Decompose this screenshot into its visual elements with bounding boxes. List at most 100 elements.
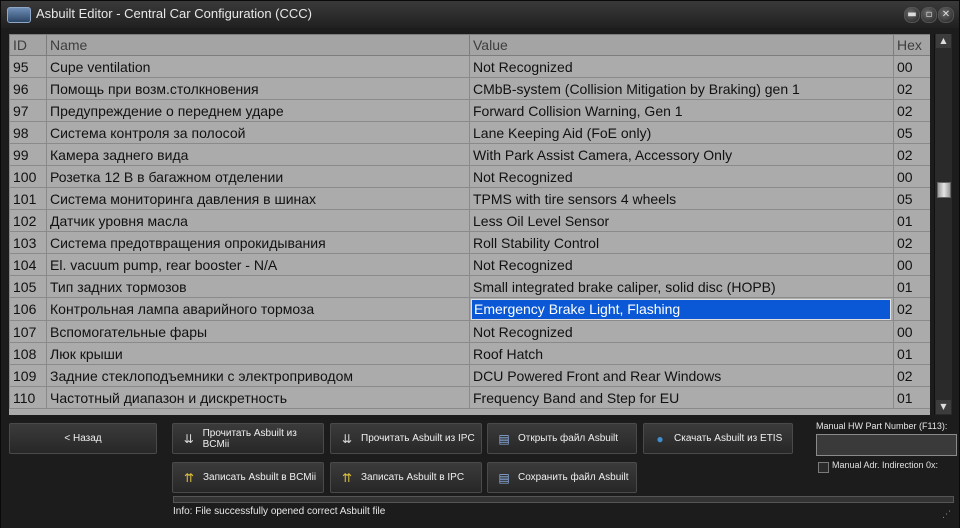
table-row[interactable]: 109 Задние стеклоподъемники с электроприв…	[9, 364, 930, 387]
cell-name: Система мониторинга давления в шинах	[46, 187, 470, 210]
table-row[interactable]: 99 Камера заднего вида With Park Assist Ca…	[9, 143, 930, 166]
download-etis-button[interactable]: ● Скачать Asbuilt из ETIS	[643, 423, 793, 454]
back-button[interactable]: < Назад	[9, 423, 157, 454]
cell-value[interactable]: Not Recognized	[469, 253, 894, 276]
column-header-name[interactable]: Name	[46, 34, 470, 56]
cell-value[interactable]: Small integrated brake caliper, solid di…	[469, 275, 894, 298]
cell-value[interactable]: Emergency Brake Light, Flashing◆	[469, 297, 894, 321]
vertical-scrollbar[interactable]: ▲ ▼	[934, 34, 952, 415]
column-header-id[interactable]: ID	[9, 34, 47, 56]
cell-value[interactable]: TPMS with tire sensors 4 wheels	[469, 187, 894, 210]
save-document-icon: ▤	[498, 470, 510, 485]
cell-hex: 02	[893, 231, 930, 254]
title-bar: Asbuilt Editor - Central Car Configurati…	[1, 1, 959, 28]
write-bcm-button[interactable]: ⇈ Записать Asbuilt в BCMii	[172, 462, 324, 493]
cell-value[interactable]: Lane Keeping Aid (FoE only)	[469, 121, 894, 144]
cell-id: 101	[9, 187, 47, 210]
write-ipc-button[interactable]: ⇈ Записать Asbuilt в IPC	[330, 462, 482, 493]
cell-hex: 02	[893, 297, 930, 321]
table-row[interactable]: 96 Помощь при возм.столкновения CMbB-syste…	[9, 77, 930, 100]
scroll-down-icon[interactable]: ▼	[936, 400, 951, 414]
minimize-icon[interactable]: ▬	[904, 7, 920, 23]
table-row[interactable]: 97 Предупреждение о переднем ударе Forward…	[9, 99, 930, 122]
table-row[interactable]: 98 Система контроля за полосой Lane Keepin…	[9, 121, 930, 144]
cell-id: 102	[9, 209, 47, 232]
table-row[interactable]: 101 Система мониторинга давления в шинах T…	[9, 187, 930, 210]
table-row[interactable]: 104 El. vacuum pump, rear booster - N/A No…	[9, 253, 930, 276]
table-row[interactable]: 105 Тип задних тормозов Small integrated b…	[9, 275, 930, 298]
value-dropdown[interactable]: Emergency Brake Light, Flashing◆	[471, 299, 891, 320]
cell-name: Система контроля за полосой	[46, 121, 470, 144]
cell-name: Тип задних тормозов	[46, 275, 470, 298]
table-row[interactable]: 110 Частотный диапазон и дискретность Freq…	[9, 386, 930, 409]
document-icon: ▤	[498, 431, 510, 446]
cell-value[interactable]: DCU Powered Front and Rear Windows	[469, 364, 894, 387]
asbuilt-grid[interactable]: ID Name Value Hex 95 Cupe ventilation Not …	[9, 34, 930, 415]
cell-id: 99	[9, 143, 47, 166]
open-file-button[interactable]: ▤ Открыть файл Asbuilt	[487, 423, 637, 454]
cell-name: Помощь при возм.столкновения	[46, 77, 470, 100]
cell-id: 104	[9, 253, 47, 276]
cell-name: Система предотвращения опрокидывания	[46, 231, 470, 254]
write-bcm-label: Записать Asbuilt в BCMii	[203, 472, 317, 483]
table-row[interactable]: 108 Люк крыши Roof Hatch 01	[9, 342, 930, 365]
cell-value[interactable]: With Park Assist Camera, Accessory Only	[469, 143, 894, 166]
globe-icon: ●	[656, 431, 664, 446]
column-header-hex[interactable]: Hex	[893, 34, 930, 56]
table-row[interactable]: 106 Контрольная лампа аварийного тормоза E…	[9, 297, 930, 321]
cell-value[interactable]: Forward Collision Warning, Gen 1	[469, 99, 894, 122]
manual-adr-label: Manual Adr. Indirection 0x:	[832, 460, 939, 470]
table-row[interactable]: 103 Система предотвращения опрокидывания R…	[9, 231, 930, 254]
grid-header: ID Name Value Hex	[9, 34, 930, 56]
cell-hex: 02	[893, 143, 930, 166]
column-header-value[interactable]: Value	[469, 34, 894, 56]
cell-hex: 01	[893, 209, 930, 232]
cell-hex: 00	[893, 55, 930, 78]
cell-hex: 00	[893, 320, 930, 343]
download-arrows-icon: ⇊	[183, 431, 194, 446]
cell-value[interactable]: Less Oil Level Sensor	[469, 209, 894, 232]
cell-value[interactable]: Frequency Band and Step for EU	[469, 386, 894, 409]
cell-hex: 05	[893, 187, 930, 210]
read-ipc-button[interactable]: ⇊ Прочитать Asbuilt из IPC	[330, 423, 482, 454]
cell-name: Контрольная лампа аварийного тормоза	[46, 297, 470, 321]
close-icon[interactable]: ✕	[938, 7, 954, 23]
manual-adr-checkbox[interactable]	[818, 462, 829, 473]
scroll-thumb[interactable]	[937, 182, 951, 198]
cell-name: Частотный диапазон и дискретность	[46, 386, 470, 409]
cell-hex: 02	[893, 364, 930, 387]
read-bcm-button[interactable]: ⇊ Прочитать Asbuilt из BCMii	[172, 423, 324, 454]
open-file-label: Открыть файл Asbuilt	[518, 433, 619, 444]
cell-value[interactable]: Not Recognized	[469, 320, 894, 343]
cell-id: 96	[9, 77, 47, 100]
cell-value[interactable]: CMbB-system (Collision Mitigation by Bra…	[469, 77, 894, 100]
cell-name: El. vacuum pump, rear booster - N/A	[46, 253, 470, 276]
save-file-button[interactable]: ▤ Сохранить файл Asbuilt	[487, 462, 637, 493]
cell-name: Вспомогательные фары	[46, 320, 470, 343]
progress-bar	[173, 496, 954, 503]
cell-id: 100	[9, 165, 47, 188]
cell-name: Люк крыши	[46, 342, 470, 365]
cell-hex: 01	[893, 386, 930, 409]
upload-arrows-icon: ⇈	[183, 470, 195, 485]
cell-hex: 05	[893, 121, 930, 144]
table-row[interactable]: 107 Вспомогательные фары Not Recognized 00	[9, 320, 930, 343]
cell-value[interactable]: Not Recognized	[469, 165, 894, 188]
scroll-up-icon[interactable]: ▲	[936, 34, 951, 48]
cell-value[interactable]: Roof Hatch	[469, 342, 894, 365]
cell-value[interactable]: Roll Stability Control	[469, 231, 894, 254]
cell-id: 97	[9, 99, 47, 122]
bottom-panel: < Назад ⇊ Прочитать Asbuilt из BCMii ⇊ П…	[1, 418, 959, 528]
table-row[interactable]: 95 Cupe ventilation Not Recognized 00	[9, 55, 930, 78]
cell-value[interactable]: Not Recognized	[469, 55, 894, 78]
table-row[interactable]: 100 Розетка 12 В в багажном отделении Not …	[9, 165, 930, 188]
manual-hw-input[interactable]	[816, 434, 957, 456]
maximize-icon[interactable]: ▫	[921, 7, 937, 23]
write-ipc-label: Записать Asbuilt в IPC	[361, 472, 465, 483]
cell-id: 105	[9, 275, 47, 298]
resize-grip-icon[interactable]: ⋰	[942, 510, 951, 520]
manual-hw-label: Manual HW Part Number (F113):	[816, 421, 948, 431]
cell-hex: 00	[893, 253, 930, 276]
cell-id: 106	[9, 297, 47, 321]
table-row[interactable]: 102 Датчик уровня масла Less Oil Level Sen…	[9, 209, 930, 232]
